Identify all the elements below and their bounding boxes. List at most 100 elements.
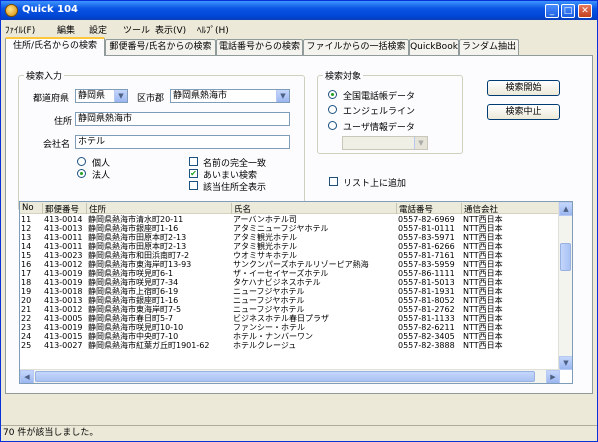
chevron-down-icon[interactable]: ▼ <box>114 90 127 102</box>
checkbox-add-to-list[interactable] <box>329 177 338 186</box>
address-input[interactable]: 静岡県熱海市 <box>75 112 290 126</box>
table-cell: 413-0027 <box>44 341 83 350</box>
maximize-button[interactable]: □ <box>561 4 575 18</box>
table-row[interactable]: 17 413-0019 静岡県熱海市咲見町6-1 ザ・イーセイヤーズホテル 0557-8… <box>20 269 560 278</box>
table-cell: 413-0015 <box>44 332 83 341</box>
chevron-down-icon[interactable]: ▼ <box>276 90 289 102</box>
table-row[interactable]: 13 413-0011 静岡県熱海市田原本町2-13 アタミ観光ホテル 0557-83-… <box>20 233 560 242</box>
table-row[interactable]: 12 413-0013 静岡県熱海市銀座町1-16 アタミニューフジヤホテル 0557-… <box>20 224 560 233</box>
tab-phone[interactable]: 電話番号からの検索 <box>216 39 303 56</box>
table-cell: 16 <box>21 260 32 269</box>
table-row[interactable]: 20 413-0013 静岡県熱海市銀座町1-16 ニューフジヤホテル 0557-81-… <box>20 296 560 305</box>
horizontal-scrollbar[interactable]: ◀ ▶ <box>20 369 560 383</box>
table-cell: 0557-83-5971 <box>398 233 455 242</box>
table-cell: 静岡県熱海市田原本町2-13 <box>88 233 187 242</box>
col-header-name[interactable]: 氏名 <box>232 203 397 215</box>
checkbox-fuzzy[interactable]: ✔ <box>189 169 198 178</box>
menu-tools[interactable]: ツール <box>123 23 150 36</box>
horizontal-scroll-thumb[interactable] <box>35 371 535 382</box>
checkbox-show-all[interactable] <box>189 181 198 190</box>
radio-individual[interactable] <box>77 157 86 166</box>
tab-address-name[interactable]: 住所/氏名からの検索 <box>5 37 105 56</box>
checkbox-show-all-label: 該当住所全表示 <box>203 183 267 193</box>
table-cell: 0557-86-1111 <box>398 269 455 278</box>
table-row[interactable]: 16 413-0012 静岡県熱海市東海岸町13-93 サンクンパーズホテルリゾーピア… <box>20 260 560 269</box>
menu-edit[interactable]: 編集 <box>57 23 75 36</box>
address-label: 住所 <box>54 117 73 127</box>
search-stop-button[interactable]: 検索中止 <box>487 104 560 120</box>
scroll-up-icon[interactable]: ▲ <box>559 202 572 216</box>
table-row[interactable]: 11 413-0014 静岡県熱海市清水町20-11 アーバンホテル司 0557-82-… <box>20 215 560 224</box>
search-start-button[interactable]: 検索開始 <box>487 80 560 96</box>
minimize-button[interactable]: _ <box>545 4 559 18</box>
table-row[interactable]: 21 413-0012 静岡県熱海市東海岸町7-5 ニューフジヤホテル 0557-81-… <box>20 305 560 314</box>
table-cell: 413-0014 <box>44 215 83 224</box>
menu-file[interactable]: ﾌｧｲﾙ(F) <box>5 23 35 36</box>
table-cell: 19 <box>21 287 32 296</box>
menu-view[interactable]: 表示(V) <box>155 23 186 36</box>
app-window: Quick 104 _ □ ✕ ﾌｧｲﾙ(F) 編集 設定 ツール 表示(V) … <box>0 0 598 442</box>
table-cell: 11 <box>21 215 32 224</box>
table-cell: ニューフジヤホテル <box>233 296 305 305</box>
scroll-right-icon[interactable]: ▶ <box>546 370 560 383</box>
table-cell: NTT西日本 <box>463 251 503 260</box>
table-cell: NTT西日本 <box>463 224 503 233</box>
table-cell: ウオミサキホテル <box>233 251 297 260</box>
radio-user-data[interactable] <box>328 121 337 130</box>
checkbox-exact-name[interactable] <box>189 157 198 166</box>
radio-corporate[interactable] <box>77 169 86 178</box>
table-row[interactable]: 25 413-0027 静岡県熱海市紅葉ガ丘町1901-62 ホテルクレージュ 0557… <box>20 341 560 350</box>
table-cell: 0557-82-3405 <box>398 332 455 341</box>
col-header-address[interactable]: 住所 <box>87 203 232 215</box>
vertical-scrollbar[interactable]: ▲ ▼ <box>558 202 572 370</box>
menu-settings[interactable]: 設定 <box>89 23 107 36</box>
tab-file-batch[interactable]: ファイルからの一括検索 <box>303 39 409 56</box>
col-header-postal[interactable]: 郵便番号 <box>43 203 87 215</box>
tab-postal-name[interactable]: 郵便番号/氏名からの検索 <box>105 39 216 56</box>
title-bar[interactable]: Quick 104 _ □ ✕ <box>1 1 597 20</box>
table-row[interactable]: 22 413-0005 静岡県熱海市春日町5-7 ビジネスホテル春日プラザ 0557-8… <box>20 314 560 323</box>
table-row[interactable]: 18 413-0019 静岡県熱海市咲見町7-34 タケハナビジネスホテル 0557-8… <box>20 278 560 287</box>
results-list[interactable]: No 郵便番号 住所 氏名 電話番号 通信会社 11 413-0014 静岡県熱海市… <box>19 201 573 384</box>
user-data-select[interactable]: ▼ <box>342 136 428 150</box>
close-button[interactable]: ✕ <box>578 4 592 18</box>
table-row[interactable]: 23 413-0019 静岡県熱海市咲見町10-10 ファンシー・ホテル 0557-82… <box>20 323 560 332</box>
table-row[interactable]: 15 413-0023 静岡県熱海市和田浜南町7-2 ウオミサキホテル 0557-81-… <box>20 251 560 260</box>
table-row[interactable]: 14 413-0011 静岡県熱海市田原本町2-13 アタミ観光ホテル 0557-81-… <box>20 242 560 251</box>
app-icon[interactable] <box>5 4 18 17</box>
table-cell: アタミ観光ホテル <box>233 233 297 242</box>
menu-help[interactable]: ﾍﾙﾌﾟ(H) <box>197 23 229 36</box>
table-cell: 413-0011 <box>44 242 83 251</box>
scroll-left-icon[interactable]: ◀ <box>20 370 34 383</box>
table-cell: 413-0012 <box>44 305 83 314</box>
chevron-down-icon[interactable]: ▼ <box>414 137 427 149</box>
col-header-phone[interactable]: 電話番号 <box>397 203 462 215</box>
table-cell: 静岡県熱海市東海岸町7-5 <box>88 305 182 314</box>
tab-random[interactable]: ランダム抽出 <box>459 39 519 56</box>
table-row[interactable]: 19 413-0018 静岡県熱海市上宿町6-19 ニューフジヤホテル 0557-81-… <box>20 287 560 296</box>
table-cell: 0557-81-2762 <box>398 305 455 314</box>
company-input[interactable]: ホテル <box>75 135 290 149</box>
search-target-legend: 検索対象 <box>323 69 364 82</box>
prefecture-select[interactable]: 静岡県 ▼ <box>75 89 128 103</box>
table-cell: 静岡県熱海市咲見町6-1 <box>88 269 174 278</box>
table-cell: 静岡県熱海市咲見町7-34 <box>88 278 179 287</box>
table-row[interactable]: 24 413-0015 静岡県熱海市中央町7-10 ホテル・ナンバーワン 0557-82… <box>20 332 560 341</box>
table-cell: NTT西日本 <box>463 323 503 332</box>
radio-national-phonebook[interactable] <box>328 90 337 99</box>
tab-quickbook[interactable]: QuickBook <box>409 39 459 56</box>
city-select[interactable]: 静岡県熱海市 ▼ <box>170 89 290 103</box>
col-header-no[interactable]: No <box>20 203 43 214</box>
table-cell: 413-0013 <box>44 296 83 305</box>
radio-angel-line[interactable] <box>328 105 337 114</box>
table-cell: 0557-81-1133 <box>398 314 455 323</box>
vertical-scroll-thumb[interactable] <box>560 243 571 271</box>
table-cell: 413-0012 <box>44 260 83 269</box>
table-cell: NTT西日本 <box>463 278 503 287</box>
col-header-carrier[interactable]: 通信会社 <box>462 203 560 215</box>
table-cell: NTT西日本 <box>463 332 503 341</box>
search-input-legend: 検索入力 <box>24 69 65 82</box>
table-cell: 静岡県熱海市和田浜南町7-2 <box>88 251 190 260</box>
checkbox-add-to-list-label: リスト上に追加 <box>343 179 407 189</box>
scroll-down-icon[interactable]: ▼ <box>559 356 572 370</box>
